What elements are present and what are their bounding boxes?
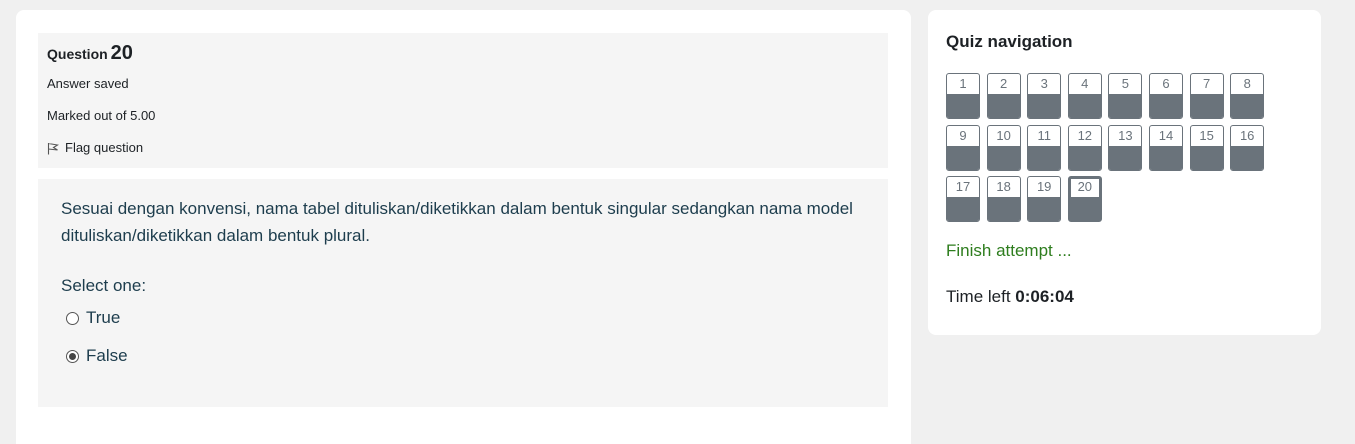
quiz-nav-button-number: 5 (1121, 76, 1129, 91)
flag-question-label: Flag question (65, 139, 144, 155)
quiz-nav-button-number: 8 (1243, 76, 1251, 91)
quiz-nav-button-10[interactable]: 10 (986, 124, 1021, 171)
time-left-value: 0:06:04 (1015, 287, 1074, 306)
quiz-nav-button-number: 7 (1202, 76, 1211, 91)
question-state: Answer saved (47, 76, 129, 91)
select-one-prompt: Select one: (61, 276, 147, 295)
question-number: 20 (110, 42, 133, 64)
quiz-nav-button-number: 2 (999, 76, 1008, 91)
quiz-nav-button-number: 17 (955, 179, 971, 194)
answered-indicator (1109, 145, 1142, 170)
answered-indicator (987, 94, 1020, 118)
answered-indicator (987, 197, 1020, 221)
answered-indicator (1109, 94, 1142, 118)
answered-indicator (987, 145, 1020, 170)
answer-label-false: False (86, 346, 128, 365)
quiz-nav-button-14[interactable]: 14 (1149, 124, 1183, 171)
quiz-nav-button-1[interactable]: 1 (946, 73, 980, 119)
answered-indicator (1028, 197, 1061, 221)
quiz-navigation-card: Quiz navigation 1 2 3 4 5 6 7 8 9 10 11 12 13 14 15 16 1… (928, 10, 1321, 335)
question-word: Question (47, 46, 108, 62)
question-title: Question 20 (47, 42, 133, 65)
quiz-nav-button-number: 9 (959, 127, 967, 143)
answered-indicator (1190, 94, 1223, 118)
quiz-nav-button-number: 1 (959, 76, 967, 91)
answered-indicator (1190, 145, 1223, 170)
quiz-navigation-title: Quiz navigation (946, 32, 1073, 51)
quiz-nav-button-5[interactable]: 5 (1108, 73, 1143, 119)
answered-indicator (1150, 145, 1182, 170)
time-left-label: Time left (946, 287, 1016, 306)
quiz-nav-button-number: 16 (1239, 127, 1255, 143)
answered-indicator (1068, 94, 1101, 118)
quiz-nav-button-13[interactable]: 13 (1108, 124, 1143, 171)
answered-indicator (947, 197, 979, 221)
quiz-nav-button-2[interactable]: 2 (986, 73, 1021, 119)
flag-question-button[interactable]: Flag question (47, 139, 143, 155)
quiz-nav-button-number: 4 (1081, 76, 1089, 91)
question-info: Question 20 Answer saved Marked out of 5.… (38, 33, 888, 168)
quiz-nav-button-number: 15 (1199, 127, 1214, 143)
answered-indicator (947, 94, 979, 118)
answered-indicator (1231, 145, 1264, 170)
quiz-nav-button-7[interactable]: 7 (1189, 73, 1224, 119)
quiz-nav-button-number: 18 (996, 179, 1011, 194)
quiz-nav-button-9[interactable]: 9 (946, 124, 980, 171)
quiz-nav-button-number: 20 (1077, 179, 1093, 194)
question-content: Sesuai dengan konvensi, nama tabel ditul… (38, 179, 888, 407)
answered-indicator (1150, 94, 1182, 118)
quiz-nav-button-number: 3 (1040, 76, 1048, 91)
quiz-nav-button-number: 6 (1162, 76, 1170, 91)
finish-attempt-link[interactable]: Finish attempt ... (946, 241, 1072, 261)
radio-false[interactable] (66, 349, 79, 363)
quiz-nav-button-17[interactable]: 17 (946, 176, 980, 222)
quiz-nav-button-6[interactable]: 6 (1149, 73, 1183, 119)
quiz-nav-button-3[interactable]: 3 (1027, 73, 1062, 119)
quiz-nav-button-number: 12 (1077, 127, 1093, 143)
answer-option-true[interactable]: True (66, 308, 120, 328)
quiz-nav-button-8[interactable]: 8 (1230, 73, 1265, 119)
answer-label-true: True (86, 308, 121, 327)
quiz-nav-button-18[interactable]: 18 (986, 176, 1021, 222)
quiz-nav-button-16[interactable]: 16 (1230, 124, 1265, 171)
quiz-nav-button-12[interactable]: 12 (1067, 124, 1102, 171)
quiz-nav-button-number: 19 (1036, 179, 1052, 194)
quiz-nav-button-15[interactable]: 15 (1189, 124, 1224, 171)
quiz-nav-button-number: 10 (996, 127, 1011, 143)
quiz-nav-button-number: 14 (1158, 127, 1174, 143)
answered-indicator (947, 145, 979, 170)
answer-option-false[interactable]: False (66, 346, 128, 366)
time-left: Time left 0:06:04 (946, 287, 1074, 307)
answered-indicator (1068, 145, 1101, 170)
question-grade: Marked out of 5.00 (47, 108, 156, 123)
quiz-nav-button-number: 13 (1118, 127, 1133, 143)
answered-indicator (1028, 145, 1061, 170)
flag-icon (47, 142, 59, 155)
quiz-nav-button-20[interactable]: 20 (1067, 176, 1102, 222)
quiz-nav-button-11[interactable]: 11 (1027, 124, 1062, 171)
quiz-nav-button-4[interactable]: 4 (1067, 73, 1102, 119)
question-card: Question 20 Answer saved Marked out of 5.… (16, 10, 911, 444)
answered-indicator (1231, 94, 1264, 118)
answered-indicator (1028, 94, 1061, 118)
question-text: Sesuai dengan konvensi, nama tabel ditul… (61, 199, 853, 245)
quiz-nav-button-19[interactable]: 19 (1027, 176, 1062, 222)
answered-indicator (1070, 197, 1099, 219)
quiz-nav-button-number: 11 (1037, 127, 1051, 143)
radio-true[interactable] (66, 311, 79, 325)
